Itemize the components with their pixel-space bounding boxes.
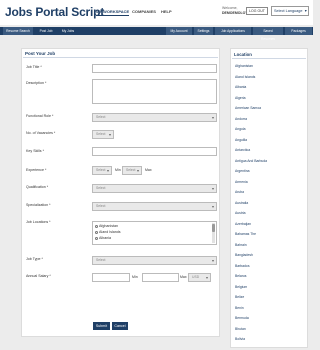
salary-max-input[interactable]: [142, 273, 179, 282]
experience-label: Experience *: [26, 168, 47, 172]
divider: [232, 58, 306, 59]
language-select[interactable]: Select Language ▾: [271, 6, 309, 16]
location-option[interactable]: Albania: [99, 236, 111, 240]
experience-min-label: Min: [115, 168, 121, 172]
location-link[interactable]: Bolivia: [235, 337, 245, 341]
experience-max-select[interactable]: Select: [122, 166, 142, 175]
nav-packages[interactable]: Packages: [285, 27, 312, 35]
form-title: Post Your Job: [25, 51, 56, 56]
functional-role-label: Functional Role *: [26, 114, 54, 118]
annual-salary-label: Annual Salary *: [26, 274, 51, 278]
location-link[interactable]: Andorra: [235, 117, 247, 121]
location-link[interactable]: Benin: [235, 306, 244, 310]
location-link[interactable]: Barbados: [235, 264, 250, 268]
radio-icon[interactable]: [95, 231, 98, 234]
location-link[interactable]: Angola: [235, 127, 246, 131]
location-link[interactable]: Belgium: [235, 285, 247, 289]
description-textarea[interactable]: [92, 79, 217, 104]
location-option[interactable]: Afghanistan: [99, 224, 118, 228]
location-link[interactable]: Anguilla: [235, 138, 247, 142]
salary-max-label: Max: [180, 275, 187, 279]
job-title-label: Job Title *: [26, 65, 42, 69]
nav-my-account[interactable]: My Account: [166, 27, 192, 35]
experience-min-select[interactable]: Select: [92, 166, 112, 175]
specialization-label: Specialization *: [26, 203, 51, 207]
submit-button[interactable]: Submit: [93, 322, 110, 330]
location-link[interactable]: Afghanistan: [235, 64, 253, 68]
language-select-label: Select Language: [274, 9, 303, 13]
location-link[interactable]: Argentina: [235, 169, 250, 173]
location-sidebar: Location Afghanistan Aland Islands Albania…: [230, 48, 308, 348]
location-link[interactable]: Antigua And Barbuda: [235, 159, 267, 163]
main-navbar: Resume Search Post Job My Jobs My Accoun…: [0, 27, 313, 41]
nav-resume-search[interactable]: Resume Search: [3, 27, 33, 35]
currency-select[interactable]: USD: [188, 273, 211, 282]
location-link[interactable]: Austria: [235, 211, 246, 215]
location-link[interactable]: Belarus: [235, 274, 247, 278]
specialization-select[interactable]: Select: [92, 202, 217, 211]
location-link[interactable]: American Samoa: [235, 106, 261, 110]
location-link[interactable]: Antarctica: [235, 148, 250, 152]
listbox-scroll-thumb[interactable]: [212, 224, 215, 232]
location-option[interactable]: Aland Islands: [99, 230, 121, 234]
nav-my-jobs[interactable]: My Jobs: [58, 27, 78, 35]
location-link[interactable]: Albania: [235, 85, 246, 89]
job-locations-listbox[interactable]: Afghanistan Aland Islands Albania: [92, 221, 217, 245]
nav-my-workspace[interactable]: MY WORKSPACE: [96, 9, 130, 16]
functional-role-select[interactable]: Select: [92, 113, 217, 122]
job-type-select[interactable]: Select: [92, 256, 217, 265]
job-locations-label: Job Locations *: [26, 220, 51, 224]
radio-icon[interactable]: [95, 237, 98, 240]
location-link[interactable]: Belize: [235, 295, 244, 299]
nav-job-applications[interactable]: Job Applications: [215, 27, 251, 35]
nav-post-job[interactable]: Post Job: [36, 27, 56, 35]
location-link[interactable]: Azerbaijan: [235, 222, 251, 226]
experience-max-label: Max: [145, 168, 152, 172]
location-link[interactable]: Bermuda: [235, 316, 249, 320]
job-type-label: Job Type *: [26, 257, 43, 261]
salary-min-label: Min: [132, 275, 138, 279]
location-link[interactable]: Bahrain: [235, 243, 247, 247]
location-link[interactable]: Algeria: [235, 96, 246, 100]
location-link[interactable]: Bangladesh: [235, 253, 253, 257]
cancel-button[interactable]: Cancel: [112, 322, 128, 330]
location-link[interactable]: Armenia: [235, 180, 248, 184]
location-link[interactable]: Aruba: [235, 190, 244, 194]
qualification-label: Qualification *: [26, 185, 49, 189]
chevron-down-icon: ▾: [303, 8, 307, 13]
key-skills-label: Key Skills *: [26, 149, 44, 153]
location-link[interactable]: Bahamas The: [235, 232, 256, 236]
nav-settings[interactable]: Settings: [194, 27, 213, 35]
job-title-input[interactable]: [92, 64, 217, 73]
qualification-select[interactable]: Select: [92, 184, 217, 193]
description-label: Description *: [26, 81, 47, 85]
site-logo[interactable]: Jobs Portal Script: [5, 5, 104, 19]
post-job-form: Post Your Job Job Title * Description * …: [21, 48, 220, 337]
top-header: Jobs Portal Script MY WORKSPACE COMPANIE…: [0, 0, 313, 25]
divider: [23, 57, 218, 58]
key-skills-input[interactable]: [92, 147, 217, 156]
radio-icon[interactable]: [95, 225, 98, 228]
nav-saved-resumes[interactable]: Saved Resumes: [253, 27, 283, 41]
nav-help[interactable]: HELP: [161, 9, 172, 14]
location-link[interactable]: Bhutan: [235, 327, 246, 331]
location-link[interactable]: Australia: [235, 201, 248, 205]
salary-min-input[interactable]: [92, 273, 130, 282]
vacancies-select[interactable]: Select: [92, 130, 114, 139]
logout-button[interactable]: LOG OUT: [246, 7, 268, 15]
location-title: Location: [234, 52, 252, 57]
vacancies-label: No. of Vacancies *: [26, 131, 56, 135]
location-link[interactable]: Aland Islands: [235, 75, 255, 79]
nav-companies[interactable]: COMPANIES: [132, 9, 156, 14]
